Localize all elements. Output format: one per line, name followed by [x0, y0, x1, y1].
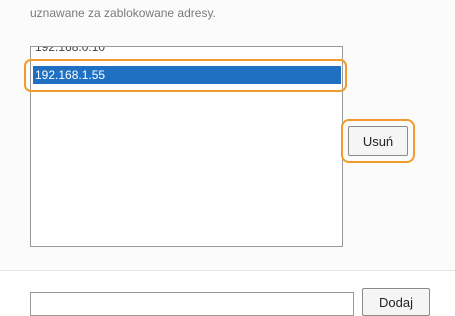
- instruction-text: uznawane za zablokowane adresy.: [30, 6, 216, 20]
- blocked-address-list[interactable]: 192.168.0.10 192.168.1.55: [30, 46, 343, 247]
- list-item-selected[interactable]: 192.168.1.55: [33, 66, 341, 84]
- add-button[interactable]: Dodaj: [362, 288, 430, 316]
- blocked-addresses-panel: uznawane za zablokowane adresy. 192.168.…: [0, 0, 455, 270]
- list-item[interactable]: 192.168.0.10: [33, 47, 340, 56]
- address-input[interactable]: [30, 292, 354, 316]
- remove-button[interactable]: Usuń: [348, 126, 408, 156]
- section-divider: [0, 270, 455, 271]
